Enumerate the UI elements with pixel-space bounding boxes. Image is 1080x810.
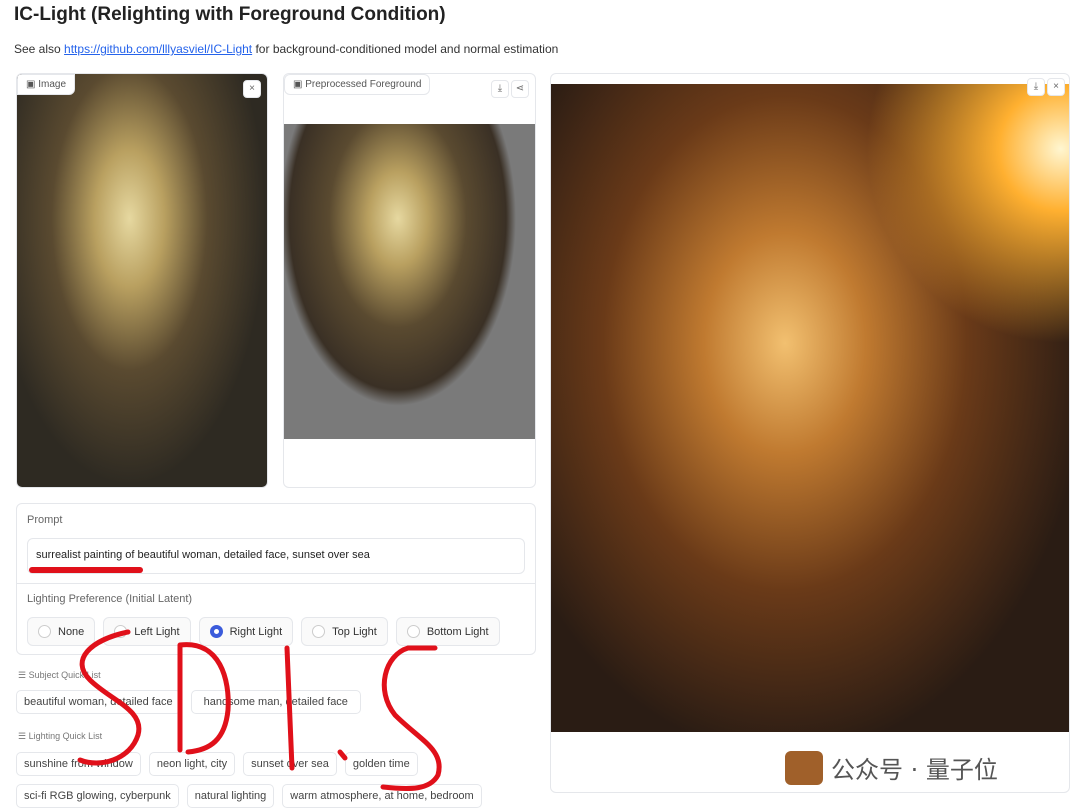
- subject-quick-list: beautiful woman, detailed face handsome …: [16, 690, 361, 714]
- radio-top-light[interactable]: Top Light: [301, 617, 388, 646]
- radio-icon: [406, 625, 420, 638]
- radio-left-light[interactable]: Left Light: [103, 617, 191, 646]
- chip[interactable]: warm atmosphere, at home, bedroom: [282, 784, 482, 808]
- close-icon[interactable]: ×: [243, 80, 261, 98]
- page-title: IC-Light (Relighting with Foreground Con…: [14, 4, 446, 25]
- radio-none[interactable]: None: [27, 617, 96, 646]
- prompt-panel: Prompt surrealist painting of beautiful …: [16, 503, 536, 655]
- close-icon[interactable]: ×: [1047, 78, 1065, 96]
- github-link[interactable]: https://github.com/lllyasviel/IC-Light: [64, 42, 252, 56]
- list-icon: ☰: [18, 670, 29, 680]
- radio-icon: [114, 625, 128, 638]
- radio-icon: [38, 625, 51, 638]
- chip[interactable]: sci-fi RGB glowing, cyberpunk: [16, 784, 179, 808]
- share-icon[interactable]: ⋖: [511, 80, 529, 98]
- subtitle-suffix: for background-conditioned model and nor…: [252, 42, 559, 56]
- lighting-quick-list-label: ☰ Lighting Quick List: [18, 731, 103, 741]
- image-label: ▣ Image: [17, 74, 76, 95]
- output-image[interactable]: [551, 84, 1069, 732]
- radio-icon: [312, 625, 326, 638]
- chip[interactable]: natural lighting: [186, 784, 275, 808]
- chip[interactable]: golden time: [344, 752, 418, 776]
- chip[interactable]: sunset over sea: [243, 752, 337, 776]
- chip[interactable]: neon light, city: [148, 752, 236, 776]
- radio-bottom-light[interactable]: Bottom Light: [395, 617, 500, 646]
- download-icon[interactable]: ⤓: [491, 80, 509, 98]
- output-gallery: ⤓ ×: [550, 73, 1070, 793]
- image-input[interactable]: ▣ Image ×: [16, 73, 268, 488]
- prompt-label: Prompt: [27, 514, 63, 526]
- chip[interactable]: handsome man, detailed face: [190, 690, 361, 714]
- lighting-quick-list-row2: sci-fi RGB glowing, cyberpunk natural li…: [16, 784, 482, 808]
- preprocessed-label: ▣ Preprocessed Foreground: [284, 74, 431, 95]
- subtitle-prefix: See also: [14, 42, 65, 56]
- watermark-avatar: [785, 750, 823, 785]
- divider: [17, 583, 535, 584]
- foreground-image: [284, 124, 535, 439]
- chip[interactable]: beautiful woman, detailed face: [16, 690, 181, 714]
- image-icon: ▣: [293, 79, 306, 90]
- download-icon[interactable]: ⤓: [1027, 78, 1045, 96]
- list-icon: ☰: [18, 731, 29, 741]
- lighting-quick-list-row1: sunshine from window neon light, city su…: [16, 752, 418, 776]
- prompt-input[interactable]: surrealist painting of beautiful woman, …: [27, 538, 525, 574]
- subject-quick-list-label: ☰ Subject Quick List: [18, 670, 101, 680]
- radio-checked-icon: [209, 625, 223, 638]
- lighting-label: Lighting Preference (Initial Latent): [27, 593, 193, 605]
- radio-right-light[interactable]: Right Light: [198, 617, 294, 646]
- lighting-radio-group: None Left Light Right Light Top Light Bo…: [27, 617, 500, 646]
- chip[interactable]: sunshine from window: [16, 752, 141, 776]
- image-icon: ▣: [26, 79, 39, 90]
- subtitle: See also https://github.com/lllyasviel/I…: [14, 42, 558, 56]
- preprocessed-foreground: ▣ Preprocessed Foreground ⤓ ⋖: [283, 73, 536, 488]
- watermark: 公众号 · 量子位: [785, 750, 998, 785]
